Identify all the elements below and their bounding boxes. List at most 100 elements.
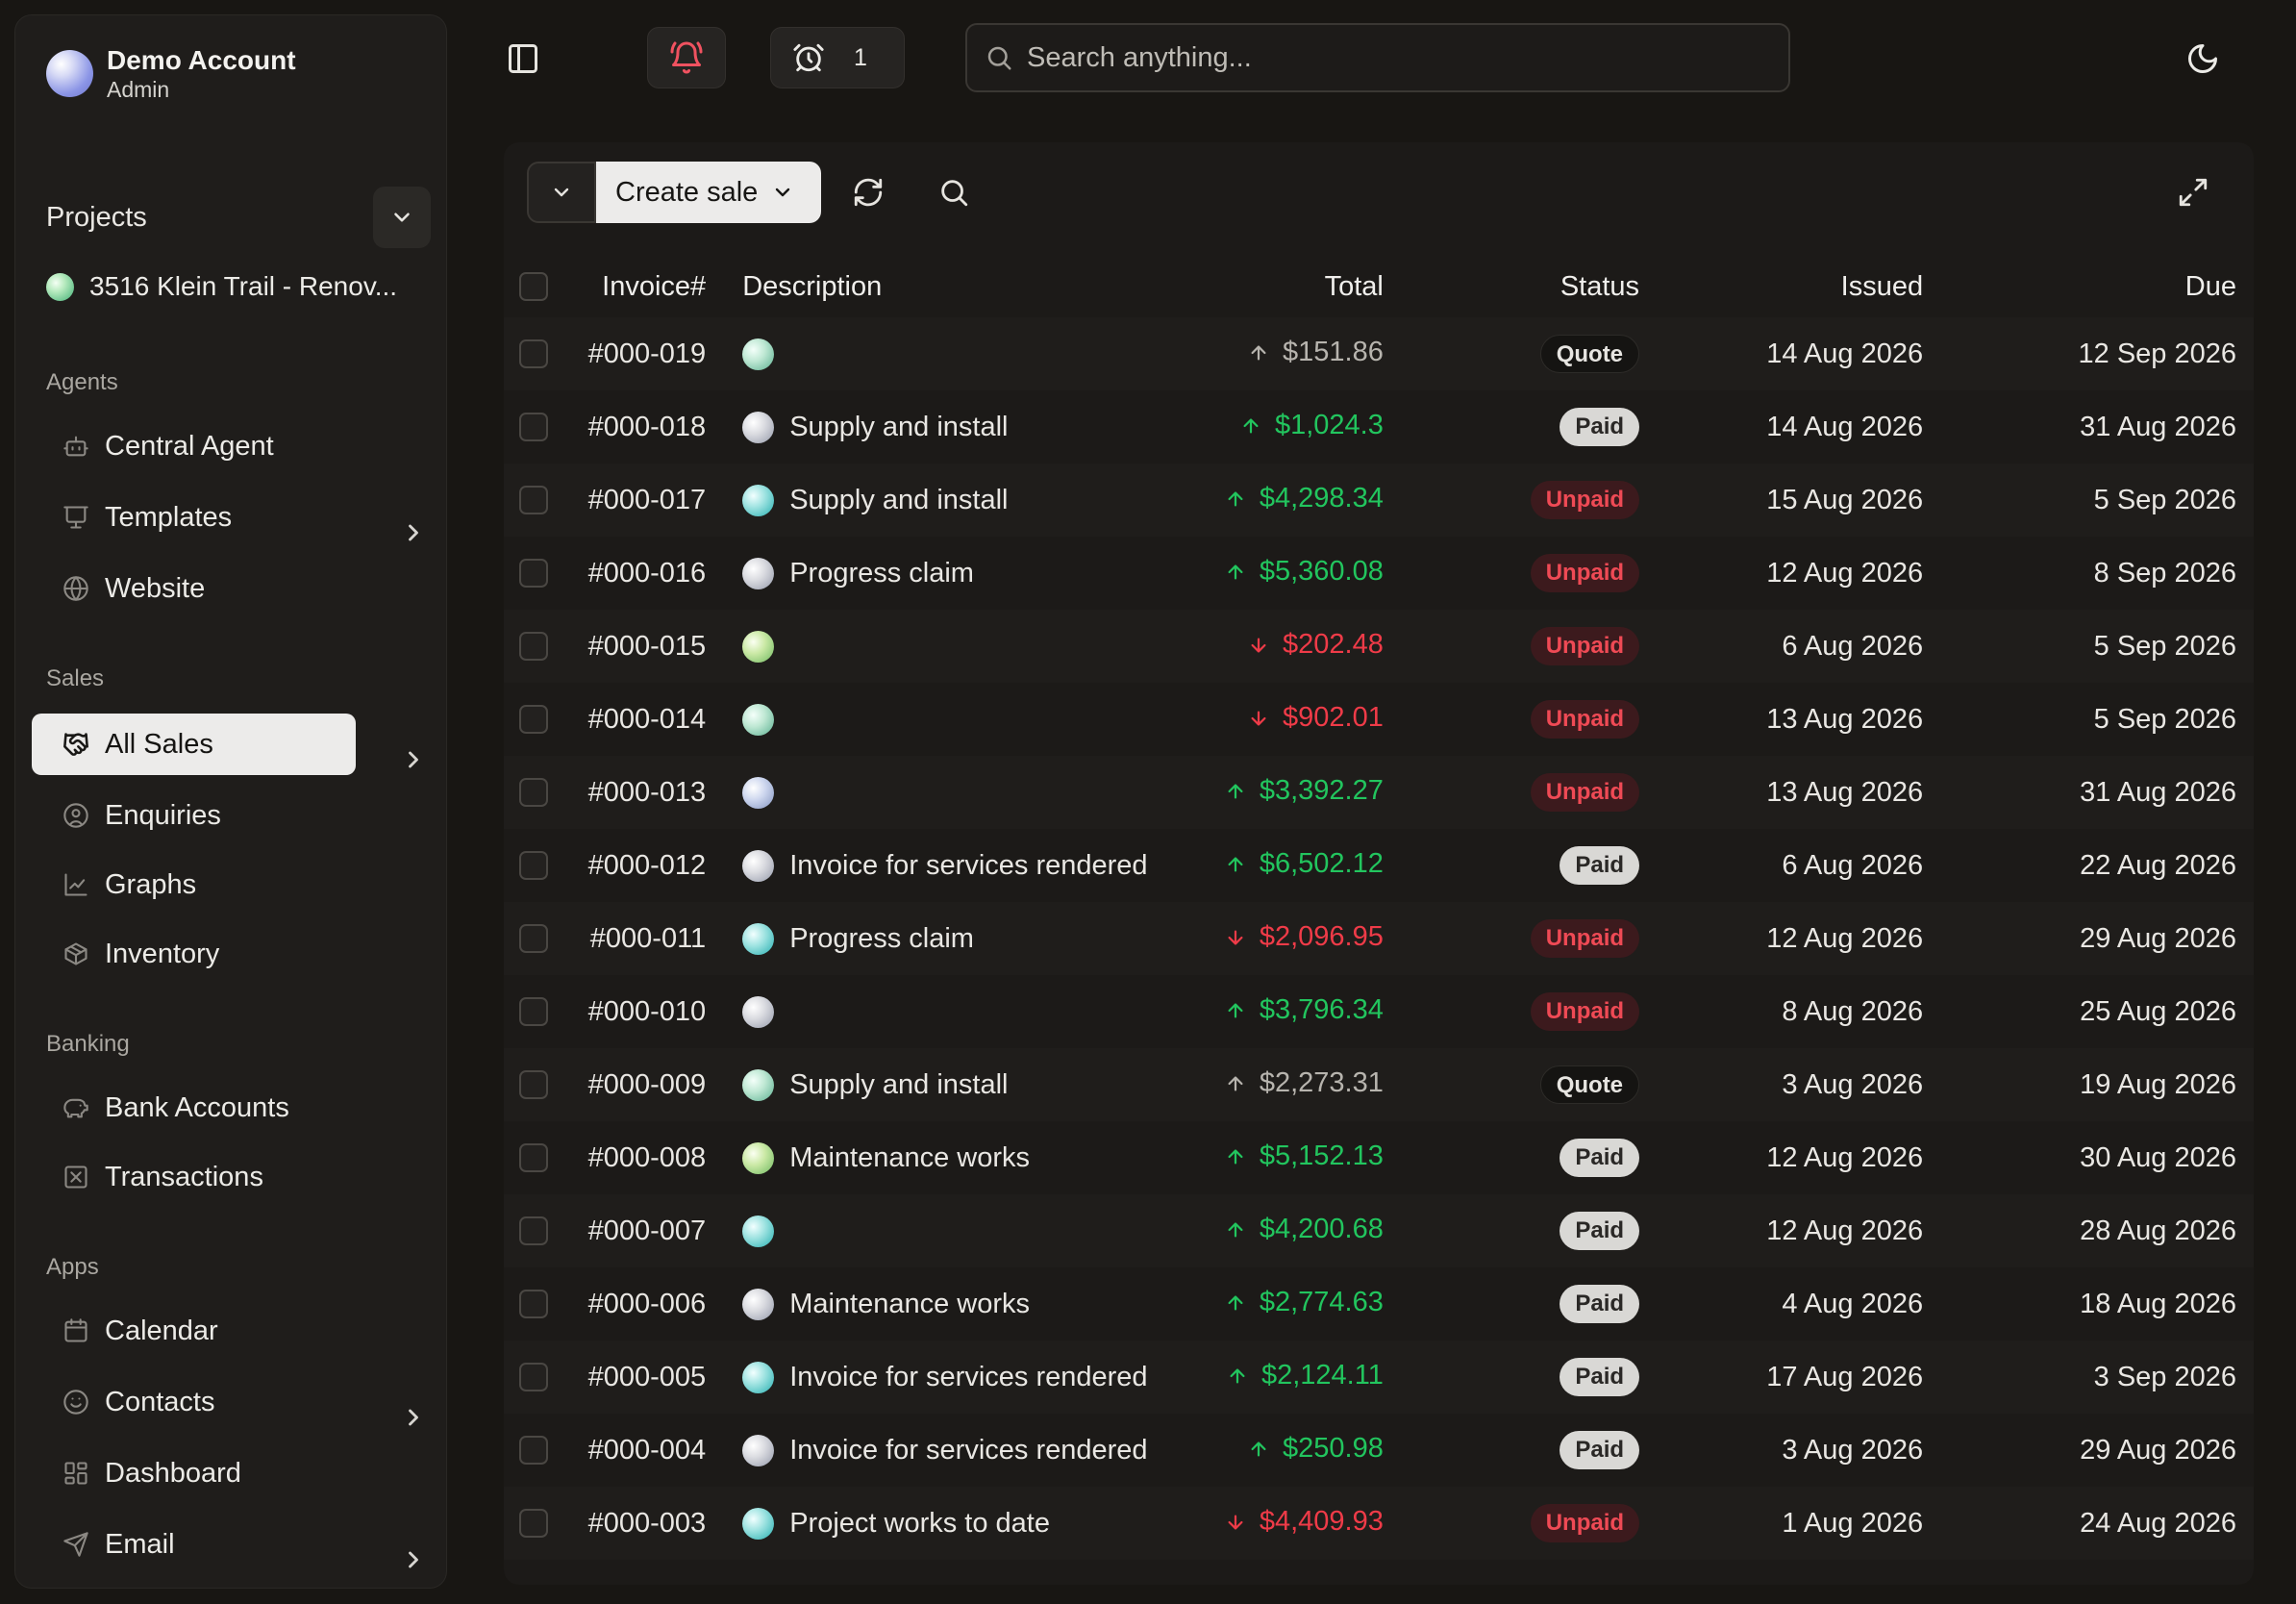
sidebar-item-bank-accounts[interactable]: Bank Accounts <box>32 1077 356 1139</box>
arrow-up-icon <box>1228 1003 1243 1018</box>
invoice-number[interactable]: #000-006 <box>570 1267 723 1341</box>
presentation-icon <box>63 506 88 529</box>
sidebar-toggle-icon[interactable] <box>506 41 540 76</box>
invoice-number[interactable]: #000-005 <box>570 1341 723 1414</box>
account-role: Admin <box>107 77 170 102</box>
expand-icon[interactable] <box>2177 176 2209 209</box>
table-row[interactable]: #000-018 Supply and install $1,024.3 Paid 14… <box>504 390 2254 464</box>
column-header-status[interactable]: Status <box>1401 256 1657 317</box>
column-header-invoice[interactable]: Invoice# <box>570 256 723 317</box>
issued-date: 6 Aug 2026 <box>1782 630 1924 662</box>
select-all-checkbox[interactable] <box>519 272 548 301</box>
invoice-number[interactable]: #000-007 <box>570 1194 723 1267</box>
sidebar-item-transactions[interactable]: Transactions <box>32 1146 356 1208</box>
refresh-icon[interactable] <box>852 176 885 209</box>
invoice-number[interactable]: #000-003 <box>570 1487 723 1560</box>
row-checkbox[interactable] <box>519 632 548 661</box>
global-search[interactable] <box>965 23 1790 92</box>
invoice-number[interactable]: #000-008 <box>570 1121 723 1194</box>
invoice-number[interactable]: #000-010 <box>570 975 723 1048</box>
chevron-right-icon[interactable] <box>400 1404 427 1431</box>
chevron-right-icon[interactable] <box>400 746 427 773</box>
row-checkbox[interactable] <box>519 413 548 441</box>
status-badge: Unpaid <box>1530 481 1640 519</box>
row-checkbox[interactable] <box>519 1070 548 1099</box>
table-row[interactable]: #000-011 Progress claim $2,096.95 Unpaid 12 … <box>504 902 2254 975</box>
sidebar-item-email[interactable]: Email <box>32 1514 356 1575</box>
account-switcher[interactable]: Demo Account Admin <box>46 44 296 102</box>
table-row[interactable]: #000-016 Progress claim $5,360.08 Unpaid 12 … <box>504 537 2254 610</box>
column-header-description[interactable]: Description <box>723 256 1164 317</box>
moon-icon[interactable] <box>2185 41 2220 76</box>
table-row[interactable]: #000-017 Supply and install $4,298.34 Unpai… <box>504 464 2254 537</box>
create-options-button[interactable] <box>527 162 596 223</box>
invoice-number[interactable]: #000-018 <box>570 390 723 464</box>
invoice-total: $2,096.95 <box>1259 921 1384 953</box>
table-row[interactable]: #000-019 $151.86 Quote 14 Aug 2026 12 Sep 20… <box>504 317 2254 390</box>
invoice-number[interactable]: #000-011 <box>570 902 723 975</box>
projects-collapse-button[interactable] <box>373 187 431 248</box>
sidebar-item-enquiries[interactable]: Enquiries <box>32 785 356 846</box>
row-checkbox[interactable] <box>519 705 548 734</box>
invoice-number[interactable]: #000-012 <box>570 829 723 902</box>
chevron-right-icon[interactable] <box>400 1546 427 1573</box>
table-row[interactable]: #000-015 $202.48 Unpaid 6 Aug 2026 5 Sep 202… <box>504 610 2254 683</box>
sidebar-item-dashboard[interactable]: Dashboard <box>32 1442 356 1504</box>
invoice-number[interactable]: #000-017 <box>570 464 723 537</box>
sidebar-item-templates[interactable]: Templates <box>32 487 356 548</box>
status-badge: Unpaid <box>1530 554 1640 592</box>
table-row[interactable]: #000-014 $902.01 Unpaid 13 Aug 2026 5 Sep 20… <box>504 683 2254 756</box>
table-row[interactable]: #000-004 Invoice for services rendered $25… <box>504 1414 2254 1487</box>
row-checkbox[interactable] <box>519 1363 548 1391</box>
reminders-button[interactable]: 1 <box>770 27 905 88</box>
invoice-total: $902.01 <box>1283 702 1384 734</box>
sidebar-item-inventory[interactable]: Inventory <box>32 923 356 985</box>
bell-ringing-icon <box>670 41 703 74</box>
row-checkbox[interactable] <box>519 924 548 953</box>
sidebar-item-graphs[interactable]: Graphs <box>32 854 356 915</box>
invoice-number[interactable]: #000-009 <box>570 1048 723 1121</box>
row-checkbox[interactable] <box>519 1509 548 1538</box>
project-item[interactable]: 3516 Klein Trail - Renov... <box>46 271 397 302</box>
sidebar-item-contacts[interactable]: Contacts <box>32 1371 356 1433</box>
invoice-number[interactable]: #000-004 <box>570 1414 723 1487</box>
create-sale-button[interactable]: Create sale <box>596 162 821 223</box>
table-row[interactable]: #000-012 Invoice for services rendered $6,… <box>504 829 2254 902</box>
sidebar-item-central-agent[interactable]: Central Agent <box>32 415 356 477</box>
invoice-number[interactable]: #000-015 <box>570 610 723 683</box>
table-row[interactable]: #000-009 Supply and install $2,273.31 Quote… <box>504 1048 2254 1121</box>
sidebar-item-all-sales[interactable]: All Sales <box>32 714 356 775</box>
row-checkbox[interactable] <box>519 486 548 514</box>
row-checkbox[interactable] <box>519 1436 548 1465</box>
project-color-dot <box>742 630 775 663</box>
row-checkbox[interactable] <box>519 1216 548 1245</box>
table-row[interactable]: #000-010 $3,796.34 Unpaid 8 Aug 2026 25 Aug … <box>504 975 2254 1048</box>
table-row[interactable]: #000-005 Invoice for services rendered $2,… <box>504 1341 2254 1414</box>
search-input[interactable] <box>1027 41 1758 74</box>
row-checkbox[interactable] <box>519 851 548 880</box>
table-row[interactable]: #000-006 Maintenance works $2,774.63 Paid 4 … <box>504 1267 2254 1341</box>
column-header-issued[interactable]: Issued <box>1657 256 1940 317</box>
row-checkbox[interactable] <box>519 997 548 1026</box>
notifications-button[interactable] <box>647 27 726 88</box>
row-checkbox[interactable] <box>519 778 548 807</box>
invoice-number[interactable]: #000-013 <box>570 756 723 829</box>
row-checkbox[interactable] <box>519 1290 548 1318</box>
invoice-number[interactable]: #000-019 <box>570 317 723 390</box>
project-color-dot <box>742 557 775 589</box>
column-header-due[interactable]: Due <box>1940 256 2254 317</box>
table-row[interactable]: #000-008 Maintenance works $5,152.13 Paid 12… <box>504 1121 2254 1194</box>
invoice-number[interactable]: #000-016 <box>570 537 723 610</box>
row-checkbox[interactable] <box>519 559 548 588</box>
row-checkbox[interactable] <box>519 339 548 368</box>
row-checkbox[interactable] <box>519 1143 548 1172</box>
table-row[interactable]: #000-007 $4,200.68 Paid 12 Aug 2026 28 Aug 2… <box>504 1194 2254 1267</box>
table-row[interactable]: #000-003 Project works to date $4,409.93 Un… <box>504 1487 2254 1560</box>
sidebar-item-calendar[interactable]: Calendar <box>32 1300 356 1362</box>
column-header-total[interactable]: Total <box>1165 256 1401 317</box>
invoice-number[interactable]: #000-014 <box>570 683 723 756</box>
table-row[interactable]: #000-013 $3,392.27 Unpaid 13 Aug 2026 31 Aug… <box>504 756 2254 829</box>
sidebar-item-website[interactable]: Website <box>32 558 356 619</box>
chevron-right-icon[interactable] <box>400 519 427 546</box>
search-icon[interactable] <box>937 176 970 209</box>
